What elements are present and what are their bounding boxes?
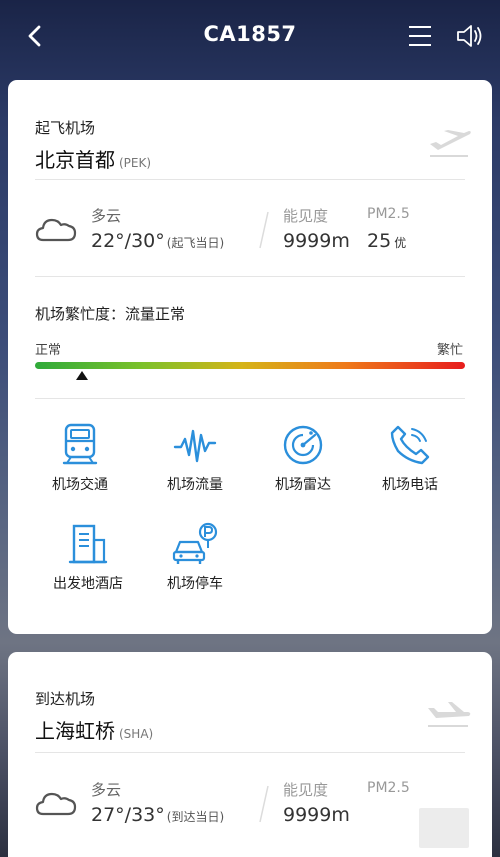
service-label: 机场电话 xyxy=(382,477,438,493)
service-label: 机场交通 xyxy=(52,477,108,493)
train-icon xyxy=(62,423,98,465)
departure-temperature-note: (起飞当日) xyxy=(166,236,225,250)
arrival-label: 到达机场 xyxy=(35,690,96,708)
radar-icon xyxy=(283,425,323,465)
departure-pm-label: PM2.5 xyxy=(367,206,410,222)
slash-divider xyxy=(259,211,269,249)
service-label: 机场雷达 xyxy=(275,477,331,493)
service-airport-transport[interactable]: 机场交通 xyxy=(25,423,135,494)
departure-temperature-value: 22°/30° xyxy=(91,230,165,252)
departure-airport-code: (PEK) xyxy=(119,156,152,170)
busyness-high-label: 繁忙 xyxy=(437,343,464,358)
slash-divider xyxy=(259,785,269,823)
departure-pm-value: 25 xyxy=(367,230,392,252)
service-airport-traffic[interactable]: 机场流量 xyxy=(140,423,250,494)
departure-label: 起飞机场 xyxy=(35,119,96,137)
service-airport-parking[interactable]: 机场停车 xyxy=(140,522,250,593)
departure-airport-name: 北京首都 xyxy=(35,148,115,172)
top-bar: CA1857 xyxy=(0,0,500,75)
arrival-temperature-value: 27°/33° xyxy=(91,804,165,826)
arrival-pm-label: PM2.5 xyxy=(367,780,410,796)
departure-visibility-label: 能见度 xyxy=(283,207,329,225)
menu-icon xyxy=(409,26,431,46)
sound-button[interactable] xyxy=(455,22,485,50)
busyness-marker xyxy=(76,371,89,380)
speaker-icon xyxy=(457,25,482,47)
departure-weather-condition: 多云 xyxy=(91,207,122,225)
arrival-airport-name: 上海虹桥 xyxy=(35,719,115,743)
service-label: 出发地酒店 xyxy=(53,576,123,592)
busyness-title: 机场繁忙度：流量正常 xyxy=(35,305,186,323)
takeoff-icon xyxy=(430,130,471,157)
departure-pm: 25 优 xyxy=(367,230,406,252)
busyness-low-label: 正常 xyxy=(35,343,62,358)
busyness-gradient-bar xyxy=(35,362,465,369)
arrival-visibility-label: 能见度 xyxy=(283,781,329,799)
service-label: 机场停车 xyxy=(167,576,223,592)
parking-icon xyxy=(172,522,218,564)
departure-airport: 北京首都 (PEK) xyxy=(35,144,151,173)
arrival-airport-code: (SHA) xyxy=(119,727,154,741)
departure-visibility-value: 9999m xyxy=(283,230,350,252)
divider xyxy=(35,398,465,399)
departure-pm-grade: 优 xyxy=(394,236,407,250)
arrival-visibility-value: 9999m xyxy=(283,804,350,826)
departure-card: 起飞机场 北京首都 (PEK) 多云 22°/30° (起飞当日) 能见度 9999… xyxy=(8,80,492,634)
watermark-overlay xyxy=(419,808,469,848)
cloud-icon xyxy=(35,792,77,816)
pulse-icon xyxy=(173,429,217,463)
landing-icon xyxy=(428,702,471,727)
divider xyxy=(35,179,465,180)
arrival-temperature-note: (到达当日) xyxy=(166,810,225,824)
service-airport-phone[interactable]: 机场电话 xyxy=(355,423,465,494)
arrival-temperature: 27°/33° (到达当日) xyxy=(91,804,224,826)
divider xyxy=(35,276,465,277)
arrival-airport: 上海虹桥 (SHA) xyxy=(35,715,153,744)
hotel-icon xyxy=(68,524,108,564)
cloud-icon xyxy=(35,218,77,242)
divider xyxy=(35,752,465,753)
service-departure-hotel[interactable]: 出发地酒店 xyxy=(33,522,143,593)
service-label: 机场流量 xyxy=(167,477,223,493)
arrival-weather-condition: 多云 xyxy=(91,781,122,799)
phone-icon xyxy=(390,425,430,465)
departure-temperature: 22°/30° (起飞当日) xyxy=(91,230,224,252)
service-airport-radar[interactable]: 机场雷达 xyxy=(248,423,358,494)
menu-button[interactable] xyxy=(406,23,434,49)
